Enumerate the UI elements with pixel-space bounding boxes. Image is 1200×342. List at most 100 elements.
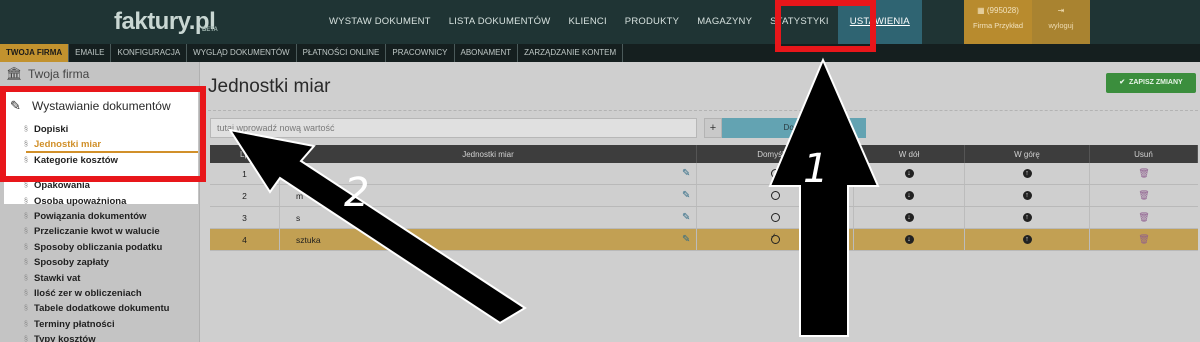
- plus-icon[interactable]: +: [704, 118, 722, 138]
- pencil-icon[interactable]: ✎: [682, 190, 690, 201]
- firm-name: Firma Przykład: [972, 21, 1023, 30]
- arrow-down-icon[interactable]: ↓: [904, 169, 914, 178]
- unit-name[interactable]: sztuka: [280, 229, 697, 250]
- move-down-cell: ↓: [854, 207, 965, 228]
- save-label: ZAPISZ ZMIANY: [1129, 79, 1183, 86]
- default-radio-checked[interactable]: [770, 232, 780, 244]
- trash-icon[interactable]: 🗑: [1138, 168, 1149, 179]
- new-unit-input[interactable]: tutaj wprowadź nową wartość: [210, 118, 697, 138]
- check-icon: ✔: [1119, 79, 1126, 86]
- row-number: 1: [210, 163, 280, 184]
- move-up-cell: ↑: [965, 185, 1090, 206]
- highlight-box-settings: [775, 0, 876, 52]
- sidebar-section-label: Twoja firma: [28, 67, 90, 81]
- logout-label: wyloguj: [1048, 21, 1074, 30]
- sidebar-item-typy-kosztow[interactable]: Typy kosztów: [24, 332, 198, 342]
- sidebar-item-powiazania[interactable]: Powiązania dokumentów: [24, 209, 198, 225]
- column-header-delete: Usuń: [1090, 145, 1198, 163]
- tab-abonament[interactable]: ABONAMENT: [455, 44, 519, 62]
- tab-pracownicy[interactable]: PRACOWNICY: [386, 44, 455, 62]
- pencil-icon[interactable]: ✎: [682, 168, 690, 179]
- sidebar-item-stawki-vat[interactable]: Stawki vat: [24, 271, 198, 287]
- tab-wyglad-dokumentow[interactable]: WYGLĄD DOKUMENTÓW: [187, 44, 297, 62]
- unit-name[interactable]: m: [280, 185, 697, 206]
- top-bar: faktury.pl BETA WYSTAW DOKUMENT LISTA DO…: [0, 0, 1200, 44]
- move-down-cell: ↓: [854, 163, 965, 184]
- bank-icon: 🏛: [6, 66, 23, 81]
- trash-icon[interactable]: 🗑: [1138, 234, 1149, 245]
- arrow-down-icon[interactable]: ↓: [904, 235, 914, 244]
- column-header-up: W górę: [965, 145, 1090, 163]
- tab-platnosci-online[interactable]: PŁATNOŚCI ONLINE: [297, 44, 387, 62]
- table-header: Lp Jednostki miar Domyślna W dół W górę …: [210, 145, 1198, 163]
- delete-cell: 🗑: [1090, 207, 1198, 228]
- row-number: 2: [210, 185, 280, 206]
- trash-icon[interactable]: 🗑: [1138, 212, 1149, 223]
- arrow-up-icon[interactable]: ↑: [1022, 169, 1032, 178]
- default-cell: [697, 229, 854, 250]
- logout-icon: ⇥: [1057, 6, 1065, 15]
- move-up-cell: ↑: [965, 163, 1090, 184]
- page-title: Jednostki miar: [208, 76, 331, 97]
- sidebar-item-tabele[interactable]: Tabele dodatkowe dokumentu: [24, 301, 198, 317]
- arrow-up-icon[interactable]: ↑: [1022, 235, 1032, 244]
- add-button[interactable]: Dodaj: [722, 118, 866, 138]
- tab-emaile[interactable]: EMAILE: [69, 44, 112, 62]
- delete-cell: 🗑: [1090, 185, 1198, 206]
- tab-twoja-firma[interactable]: TWOJA FIRMA: [0, 44, 70, 62]
- default-cell: [697, 185, 854, 206]
- annotation-number-1: 1: [803, 146, 829, 192]
- nav-wystaw-dokument[interactable]: WYSTAW DOKUMENT: [320, 0, 440, 44]
- default-cell: [697, 207, 854, 228]
- pencil-icon[interactable]: ✎: [682, 212, 690, 223]
- sidebar-item-osoba-upowazniona[interactable]: Osoba upoważniona: [24, 194, 198, 210]
- annotation-number-2: 2: [344, 170, 370, 216]
- sidebar-item-ilosc-zer[interactable]: Ilość zer w obliczeniach: [24, 286, 198, 302]
- sidebar-item-sposoby-zaplaty[interactable]: Sposoby zapłaty: [24, 255, 198, 271]
- highlight-box-sidebar: [0, 86, 206, 182]
- arrow-up-icon[interactable]: ↑: [1022, 191, 1032, 200]
- sidebar-section-twoja-firma[interactable]: 🏛 Twoja firma: [6, 66, 89, 82]
- column-header-down: W dół: [854, 145, 965, 163]
- arrow-down-icon[interactable]: ↓: [904, 213, 914, 222]
- default-radio[interactable]: [770, 191, 780, 200]
- nav-klienci[interactable]: KLIENCI: [559, 0, 615, 44]
- divider: [208, 110, 1198, 111]
- pencil-icon[interactable]: ✎: [682, 234, 690, 245]
- default-cell: [697, 163, 854, 184]
- settings-subnav: TWOJA FIRMA EMAILE KONFIGURACJA WYGLĄD D…: [0, 44, 1200, 62]
- row-number: 4: [210, 229, 280, 250]
- sidebar-item-terminy[interactable]: Terminy płatności: [24, 317, 198, 333]
- row-number: 3: [210, 207, 280, 228]
- delete-cell: 🗑: [1090, 229, 1198, 250]
- column-header-name: Jednostki miar: [280, 145, 697, 163]
- logout-button[interactable]: ⇥ wyloguj: [1032, 0, 1090, 44]
- nav-lista-dokumentow[interactable]: LISTA DOKUMENTÓW: [440, 0, 560, 44]
- tab-konfiguracja[interactable]: KONFIGURACJA: [111, 44, 188, 62]
- tab-zarzadzanie-kontem[interactable]: ZARZĄDZANIE KONTEM: [518, 44, 624, 62]
- move-down-cell: ↓: [854, 229, 965, 250]
- nav-magazyny[interactable]: MAGAZYNY: [688, 0, 761, 44]
- delete-cell: 🗑: [1090, 163, 1198, 184]
- default-radio[interactable]: [770, 213, 780, 222]
- move-up-cell: ↑: [965, 229, 1090, 250]
- column-header-default: Domyślna: [697, 145, 854, 163]
- default-radio[interactable]: [770, 169, 780, 178]
- table-row: 4 sztuka ✎ ↓ ↑ 🗑: [210, 229, 1198, 251]
- sidebar-item-sposoby-podatku[interactable]: Sposoby obliczania podatku: [24, 240, 198, 256]
- save-button[interactable]: ✔ ZAPISZ ZMIANY: [1106, 73, 1196, 93]
- logo[interactable]: faktury.pl: [114, 8, 216, 36]
- sidebar-item-przeliczanie[interactable]: Przeliczanie kwot w walucie: [24, 224, 198, 240]
- move-down-cell: ↓: [854, 185, 965, 206]
- arrow-up-icon[interactable]: ↑: [1022, 213, 1032, 222]
- building-icon: ▦ (995028): [977, 6, 1019, 15]
- unit-name[interactable]: [280, 163, 697, 184]
- arrow-down-icon[interactable]: ↓: [904, 191, 914, 200]
- nav-produkty[interactable]: PRODUKTY: [616, 0, 688, 44]
- logo-badge: BETA: [202, 27, 218, 33]
- unit-name[interactable]: s: [280, 207, 697, 228]
- firm-button[interactable]: ▦ (995028) Firma Przykład: [964, 0, 1032, 44]
- trash-icon[interactable]: 🗑: [1138, 190, 1149, 201]
- column-header-lp: Lp: [210, 145, 280, 163]
- firm-id: (995028): [986, 6, 1019, 15]
